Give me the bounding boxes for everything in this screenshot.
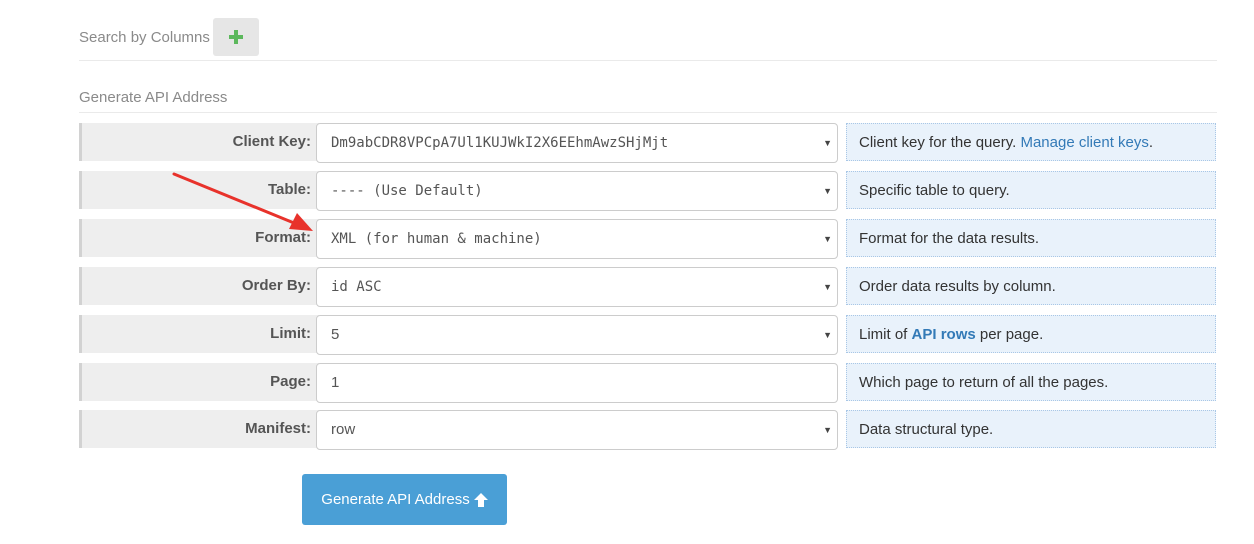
page-help: Which page to return of all the pages. <box>846 363 1216 401</box>
page-row: Page: 1 Which page to return of all the … <box>79 363 1218 403</box>
client-key-help-text: Client key for the query. <box>859 134 1021 151</box>
limit-row: Limit: 5 ▼ Limit of API rows per page. <box>79 315 1218 355</box>
limit-value: 5 <box>331 326 340 343</box>
manifest-label: Manifest: <box>79 410 319 448</box>
api-rows-link[interactable]: API rows <box>912 326 976 343</box>
dropdown-caret-icon: ▼ <box>823 234 832 244</box>
client-key-help-suffix: . <box>1148 134 1154 151</box>
format-row: Format: XML (for human & machine) ▼ Form… <box>79 219 1218 259</box>
divider <box>79 112 1217 113</box>
format-label: Format: <box>79 219 319 257</box>
client-key-row: Client Key: Dm9abCDR8VPCpA7Ul1KUJWkI2X6E… <box>79 123 1218 163</box>
format-value: XML (for human & machine) <box>331 231 542 247</box>
table-select[interactable]: ---- (Use Default) ▼ <box>316 171 838 211</box>
generate-api-address-label: Generate API Address <box>321 491 470 508</box>
dropdown-caret-icon: ▼ <box>823 186 832 196</box>
order-by-value: id ASC <box>331 279 382 295</box>
dropdown-caret-icon: ▼ <box>823 282 832 292</box>
client-key-help: Client key for the query. Manage client … <box>846 123 1216 161</box>
manifest-help: Data structural type. <box>846 410 1216 448</box>
limit-help: Limit of API rows per page. <box>846 315 1216 353</box>
client-key-label: Client Key: <box>79 123 319 161</box>
table-row: Table: ---- (Use Default) ▼ Specific tab… <box>79 171 1218 211</box>
add-column-button[interactable] <box>212 18 259 56</box>
order-by-select[interactable]: id ASC ▼ <box>316 267 838 307</box>
limit-select[interactable]: 5 ▼ <box>316 315 838 355</box>
order-by-help: Order data results by column. <box>846 267 1216 305</box>
limit-help-suffix: per page. <box>975 326 1044 343</box>
dropdown-caret-icon: ▼ <box>823 425 832 435</box>
format-select[interactable]: XML (for human & machine) ▼ <box>316 219 838 259</box>
divider <box>79 60 1217 61</box>
page-value: 1 <box>331 374 340 391</box>
order-by-row: Order By: id ASC ▼ Order data results by… <box>79 267 1218 307</box>
search-by-columns: Search by Columns <box>79 18 259 56</box>
manifest-select[interactable]: row ▼ <box>316 410 838 450</box>
manifest-value: row <box>331 421 356 438</box>
page-label: Page: <box>79 363 319 401</box>
table-value: ---- (Use Default) <box>331 183 483 199</box>
dropdown-caret-icon: ▼ <box>823 330 832 340</box>
dropdown-caret-icon: ▼ <box>823 138 832 148</box>
limit-label: Limit: <box>79 315 319 353</box>
format-help: Format for the data results. <box>846 219 1216 257</box>
manage-client-keys-link[interactable]: Manage client keys <box>1020 134 1148 151</box>
table-help: Specific table to query. <box>846 171 1216 209</box>
manifest-row: Manifest: row ▼ Data structural type. <box>79 410 1218 450</box>
table-label: Table: <box>79 171 319 209</box>
client-key-select[interactable]: Dm9abCDR8VPCpA7Ul1KUJWkI2X6EEhmAwzSHjMjt… <box>316 123 838 163</box>
section-title: Generate API Address <box>79 89 228 106</box>
plus-icon <box>228 30 243 44</box>
generate-api-address-button[interactable]: Generate API Address <box>302 474 507 525</box>
limit-help-prefix: Limit of <box>859 326 912 343</box>
page-input[interactable]: 1 <box>316 363 838 403</box>
arrow-up-icon <box>473 492 488 507</box>
client-key-value: Dm9abCDR8VPCpA7Ul1KUJWkI2X6EEhmAwzSHjMjt <box>331 135 669 151</box>
search-by-columns-label: Search by Columns <box>79 28 210 46</box>
order-by-label: Order By: <box>79 267 319 305</box>
